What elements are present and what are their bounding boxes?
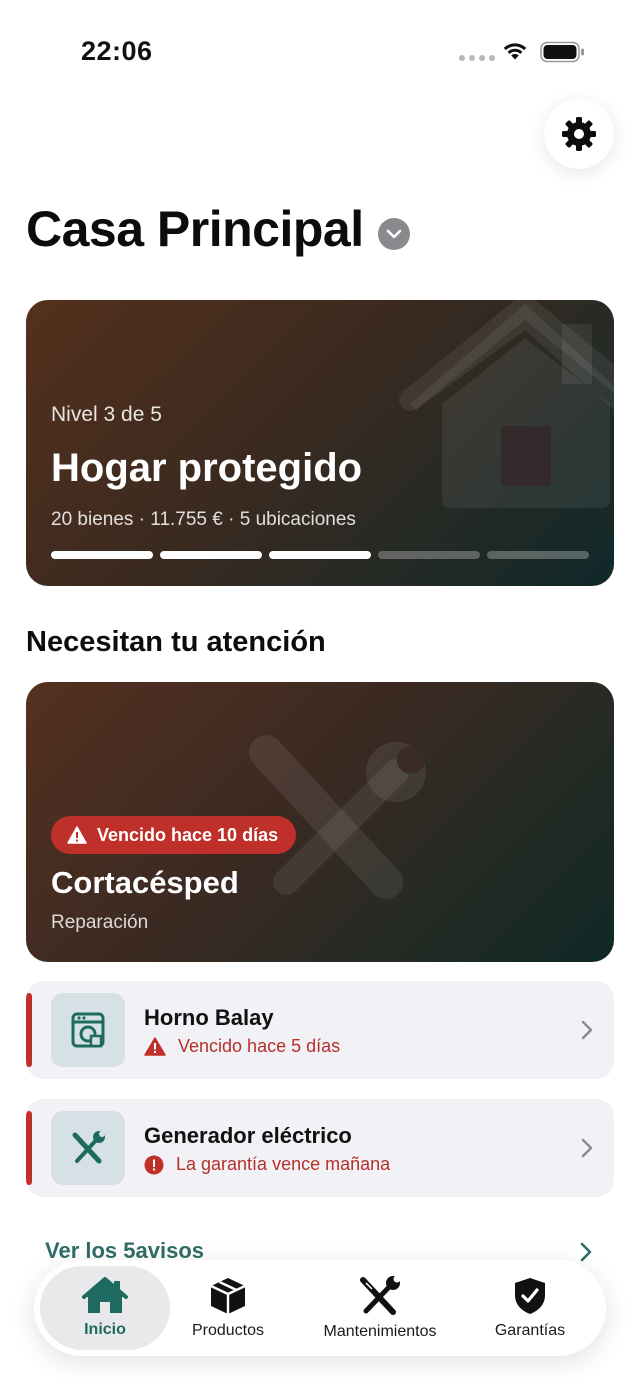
tools-icon bbox=[72, 1131, 105, 1164]
warning-triangle-icon bbox=[144, 1037, 166, 1056]
alert-row-horno-balay[interactable]: Horno Balay Vencido hace 5 días bbox=[26, 981, 614, 1079]
chevron-down-icon[interactable] bbox=[377, 218, 410, 250]
oven-icon bbox=[71, 1012, 105, 1048]
section-title-attention: Necesitan tu atención bbox=[26, 626, 326, 658]
item-name: Generador eléctrico bbox=[144, 1123, 352, 1148]
house-icon bbox=[399, 300, 614, 508]
shield-check-icon bbox=[515, 1278, 545, 1314]
cellular-signal-icon bbox=[459, 55, 495, 61]
item-status: La garantía vence mañana bbox=[144, 1154, 390, 1175]
level-progress-segment bbox=[378, 551, 480, 559]
tab-label: Inicio bbox=[84, 1321, 126, 1338]
battery-icon bbox=[540, 41, 584, 63]
level-progress bbox=[51, 551, 589, 559]
tab-label: Productos bbox=[191, 1322, 265, 1339]
item-status-text: Vencido hace 5 días bbox=[178, 1036, 341, 1056]
protection-level-card[interactable]: Nivel 3 de 5 Hogar protegido 20 bienes ·… bbox=[26, 300, 614, 586]
alert-accent-bar bbox=[26, 993, 32, 1067]
item-thumbnail bbox=[51, 1111, 125, 1185]
level-progress-segment bbox=[160, 551, 262, 559]
home-icon bbox=[82, 1277, 128, 1313]
exclamation-circle-icon bbox=[144, 1155, 164, 1174]
item-status: Vencido hace 5 días bbox=[144, 1036, 340, 1057]
home-selector[interactable]: Casa Principal bbox=[26, 200, 410, 258]
item-status-text: La garantía vence mañana bbox=[176, 1154, 391, 1174]
chevron-right-icon bbox=[581, 1020, 593, 1040]
tab-mantenimientos[interactable]: Mantenimientos bbox=[310, 1266, 450, 1350]
tab-bar: Inicio Productos Mantenimientos Garantía… bbox=[34, 1260, 606, 1356]
chevron-right-icon bbox=[580, 1242, 592, 1262]
settings-button[interactable] bbox=[544, 99, 614, 169]
item-thumbnail bbox=[51, 993, 125, 1067]
level-title: Hogar protegido bbox=[51, 446, 363, 490]
level-progress-segment bbox=[269, 551, 371, 559]
tools-icon bbox=[360, 1275, 401, 1315]
tab-inicio[interactable]: Inicio bbox=[40, 1266, 170, 1350]
featured-alert-card[interactable]: Vencido hace 10 días Cortacésped Reparac… bbox=[26, 682, 614, 962]
box-icon bbox=[210, 1278, 246, 1314]
alert-accent-bar bbox=[26, 1111, 32, 1185]
level-progress-segment bbox=[487, 551, 589, 559]
level-stats: 20 bienes · 11.755 € · 5 ubicaciones bbox=[51, 509, 356, 530]
tab-garantias[interactable]: Garantías bbox=[480, 1266, 580, 1350]
featured-item-type: Reparación bbox=[51, 912, 149, 933]
level-caption: Nivel 3 de 5 bbox=[51, 403, 162, 426]
page-title: Casa Principal bbox=[26, 201, 364, 257]
warning-triangle-icon bbox=[67, 826, 87, 844]
status-time: 22:06 bbox=[81, 36, 153, 66]
alert-row-generador-electrico[interactable]: Generador eléctrico La garantía vence ma… bbox=[26, 1099, 614, 1197]
chevron-right-icon bbox=[581, 1138, 593, 1158]
featured-item-name: Cortacésped bbox=[51, 865, 239, 900]
tab-label: Mantenimientos bbox=[323, 1323, 437, 1340]
wifi-icon bbox=[503, 43, 527, 60]
status-bar: 22:06 bbox=[0, 0, 640, 90]
level-progress-segment bbox=[51, 551, 153, 559]
gear-icon bbox=[562, 117, 596, 151]
tab-label: Garantías bbox=[494, 1322, 566, 1339]
overdue-badge-label: Vencido hace 10 días bbox=[97, 824, 279, 845]
tab-productos[interactable]: Productos bbox=[174, 1266, 282, 1350]
item-name: Horno Balay bbox=[144, 1005, 274, 1030]
overdue-badge: Vencido hace 10 días bbox=[51, 816, 297, 854]
